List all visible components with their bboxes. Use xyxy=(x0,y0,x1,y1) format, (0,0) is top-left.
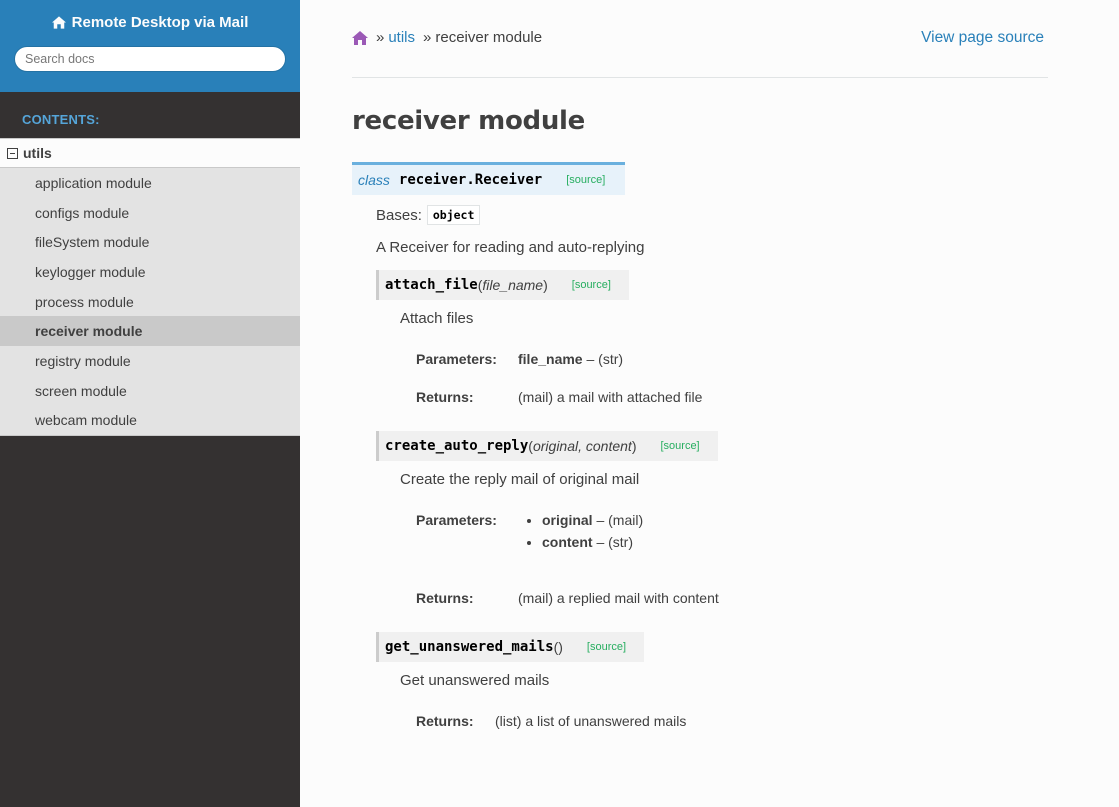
contents-caption: Contents: xyxy=(22,112,100,127)
sidebar-header: Remote Desktop via Mail xyxy=(0,0,300,92)
main-content: » utils » receiver module View page sour… xyxy=(352,0,1048,751)
method-signature-attach-file: attach_file(file_name) [source] xyxy=(376,270,629,300)
class-signature: class receiver.Receiver [source] xyxy=(352,162,626,195)
sidebar-item-utils[interactable]: utils xyxy=(0,138,300,168)
method-params: file_name xyxy=(482,277,544,293)
method-signature-get-unanswered-mails: get_unanswered_mails() [source] xyxy=(376,632,645,662)
sidebar-item-screen[interactable]: screen module xyxy=(0,376,300,406)
method-signature-create-auto-reply: create_auto_reply(original, content) [so… xyxy=(376,431,718,461)
breadcrumb-separator: » xyxy=(376,29,385,46)
field-list: Returns: (list) a list of unanswered mai… xyxy=(416,713,1048,729)
class-bases: Bases: object xyxy=(376,205,1048,225)
field-row-returns: Returns: (mail) a mail with attached fil… xyxy=(416,389,1048,405)
class-keyword: class xyxy=(358,172,390,188)
home-icon[interactable] xyxy=(352,30,368,45)
sidebar-item-keylogger[interactable]: keylogger module xyxy=(0,257,300,287)
param-name: original xyxy=(542,512,593,528)
method-description: Get unanswered mails xyxy=(400,672,550,689)
method-body-attach-file: Attach files Parameters: file_name – (st… xyxy=(376,310,1048,405)
view-page-source-link[interactable]: View page source xyxy=(921,29,1044,47)
class-name: receiver.Receiver xyxy=(398,172,543,188)
method-source-link[interactable]: [source] xyxy=(587,641,626,653)
field-name: Returns: xyxy=(416,389,474,405)
list-item: content – (str) xyxy=(542,534,643,550)
param-type: – (str) xyxy=(592,534,634,550)
field-list: Parameters: original – (mail) content – … xyxy=(416,512,1048,606)
param-type: – (str) xyxy=(582,351,624,367)
param-name: content xyxy=(542,534,593,550)
sidebar-item-process[interactable]: process module xyxy=(0,287,300,317)
sidebar-item-webcam[interactable]: webcam module xyxy=(0,406,300,436)
method-name: attach_file xyxy=(385,277,478,293)
param-type: – (mail) xyxy=(592,512,644,528)
method-description: Create the reply mail of original mail xyxy=(400,471,640,488)
field-row-returns: Returns: (mail) a replied mail with cont… xyxy=(416,590,1048,606)
field-row-parameters: Parameters: file_name – (str) xyxy=(416,351,1048,367)
paren-close: ) xyxy=(558,639,563,655)
breadcrumb-utils-link[interactable]: utils xyxy=(388,29,415,46)
method-body-create-auto-reply: Create the reply mail of original mail P… xyxy=(376,471,1048,606)
class-body: Bases: object A Receiver for reading and… xyxy=(352,205,1048,729)
bases-label: Bases: xyxy=(376,206,422,224)
home-icon xyxy=(51,16,66,29)
field-body: file_name – (str) xyxy=(518,351,623,367)
paren-close: ) xyxy=(543,277,548,293)
sidebar-subitems: application module configs module fileSy… xyxy=(0,168,300,437)
sidebar-item-receiver[interactable]: receiver module xyxy=(0,316,300,347)
page-title: receiver module xyxy=(352,106,585,136)
breadcrumb-separator: » xyxy=(423,29,432,46)
field-body: (mail) a mail with attached file xyxy=(518,389,703,405)
param-name: file_name xyxy=(518,351,583,367)
sidebar-item-filesystem[interactable]: fileSystem module xyxy=(0,227,300,257)
field-body: (list) a list of unanswered mails xyxy=(495,713,687,729)
breadcrumb: » utils » receiver module View page sour… xyxy=(352,0,1048,78)
sidebar-item-application[interactable]: application module xyxy=(0,168,300,198)
param-list: original – (mail) content – (str) xyxy=(518,512,643,556)
field-name: Parameters: xyxy=(416,512,497,528)
field-name: Returns: xyxy=(416,590,474,606)
list-item: original – (mail) xyxy=(542,512,643,528)
paren-close: ) xyxy=(631,438,637,454)
field-name: Parameters: xyxy=(416,351,497,367)
project-home-link[interactable]: Remote Desktop via Mail xyxy=(51,14,249,31)
class-description: A Receiver for reading and auto-replying xyxy=(376,239,645,256)
project-title: Remote Desktop via Mail xyxy=(71,14,249,31)
method-body-get-unanswered-mails: Get unanswered mails Returns: (list) a l… xyxy=(376,672,1048,729)
field-name: Returns: xyxy=(416,713,474,729)
method-source-link[interactable]: [source] xyxy=(660,440,699,452)
class-source-link[interactable]: [source] xyxy=(566,174,605,186)
search-input[interactable] xyxy=(14,46,286,72)
field-list: Parameters: file_name – (str) Returns: (… xyxy=(416,351,1048,405)
field-body: (mail) a replied mail with content xyxy=(518,590,719,606)
collapse-toggle-icon[interactable] xyxy=(7,147,18,159)
method-name: get_unanswered_mails xyxy=(385,639,554,655)
sidebar-item-label: utils xyxy=(23,145,52,161)
method-description: Attach files xyxy=(400,310,474,327)
field-row-returns: Returns: (list) a list of unanswered mai… xyxy=(416,713,1048,729)
method-params: original, content xyxy=(532,438,632,454)
bases-value: object xyxy=(426,205,481,225)
sidebar-item-configs[interactable]: configs module xyxy=(0,198,300,228)
field-row-parameters: Parameters: original – (mail) content – … xyxy=(416,512,1048,556)
method-source-link[interactable]: [source] xyxy=(572,279,611,291)
sidebar-item-registry[interactable]: registry module xyxy=(0,346,300,376)
sidebar: Remote Desktop via Mail Contents: utils … xyxy=(0,0,300,807)
method-name: create_auto_reply xyxy=(385,438,529,454)
breadcrumb-current: receiver module xyxy=(435,29,543,46)
